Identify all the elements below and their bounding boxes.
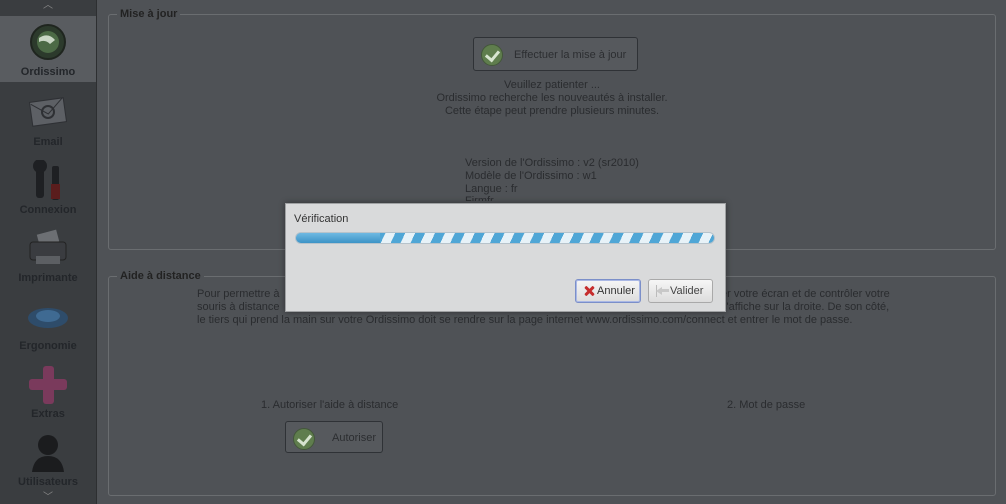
plus-icon: [29, 366, 67, 404]
authorize-button[interactable]: Autoriser: [285, 421, 383, 453]
update-section-title: Mise à jour: [117, 8, 181, 20]
sidebar-item-ergonomie[interactable]: Ergonomie: [0, 290, 96, 356]
check-icon: [293, 428, 315, 450]
step-password-label: 2. Mot de passe: [727, 399, 806, 411]
cancel-label: Annuler: [597, 285, 635, 297]
sidebar-item-label: Ordissimo: [20, 66, 76, 78]
run-update-label: Effectuer la mise à jour: [514, 49, 627, 61]
dialog-title: Vérification: [294, 213, 349, 225]
language-text: Langue : fr: [465, 183, 518, 195]
check-icon: [481, 44, 503, 66]
cancel-button[interactable]: Annuler: [575, 279, 641, 303]
scroll-down-icon[interactable]: ﹀: [0, 492, 96, 504]
user-icon: [32, 435, 64, 472]
authorize-label: Autoriser: [332, 432, 377, 444]
sidebar-item-email[interactable]: Email: [0, 86, 96, 152]
validate-label: Valider: [670, 285, 704, 297]
version-text: Version de l'Ordissimo : v2 (sr2010): [465, 157, 639, 169]
sidebar-item-label: Ergonomie: [19, 340, 77, 352]
sidebar-item-ordissimo[interactable]: Ordissimo: [0, 16, 96, 82]
ordissimo-logo-icon: [30, 24, 66, 60]
run-update-button[interactable]: Effectuer la mise à jour: [473, 37, 638, 71]
status-message-2: Ordissimo recherche les nouveautés à ins…: [436, 92, 668, 104]
remote-help-text-2a: souris à distance: [197, 301, 280, 313]
step-authorize-label: 1. Autoriser l'aide à distance: [261, 399, 399, 411]
sidebar-item-label: Email: [33, 136, 63, 148]
sidebar: ︿ Ordissimo Email Connexion Imprimante E…: [0, 0, 97, 504]
status-message-1: Veuillez patienter ...: [503, 79, 600, 91]
verification-dialog: Vérification Annuler Valider: [285, 203, 726, 312]
sidebar-item-label: Connexion: [19, 204, 77, 216]
tools-icon: [33, 160, 60, 200]
remote-help-text-3: le tiers qui prend la main sur votre Ord…: [197, 314, 853, 326]
sidebar-item-extras[interactable]: Extras: [0, 358, 96, 424]
remote-help-text-2b: s'affiche sur la droite. De son côté,: [721, 301, 890, 313]
sidebar-item-label: Imprimante: [18, 272, 78, 284]
status-message-3: Cette étape peut prendre plusieurs minut…: [444, 105, 660, 117]
sidebar-item-label: Utilisateurs: [18, 476, 78, 488]
model-text: Modèle de l'Ordissimo : w1: [465, 170, 597, 182]
app-window: ︿ Ordissimo Email Connexion Imprimante E…: [0, 0, 1006, 504]
progress-bar: [295, 232, 715, 244]
envelope-icon: [28, 97, 68, 127]
remote-help-text-1a: Pour permettre à: [197, 288, 280, 300]
arrow-left-icon: [656, 285, 669, 297]
validate-button[interactable]: Valider: [648, 279, 713, 303]
sidebar-item-label: Extras: [31, 408, 65, 420]
progress-fill: [296, 233, 380, 243]
sidebar-item-imprimante[interactable]: Imprimante: [0, 222, 96, 288]
close-icon: [583, 285, 595, 297]
scroll-up-icon[interactable]: ︿: [0, 0, 96, 12]
sidebar-item-connexion[interactable]: Connexion: [0, 154, 96, 220]
mouse-icon: [28, 308, 68, 328]
sidebar-item-utilisateurs[interactable]: Utilisateurs: [0, 426, 96, 492]
remote-help-text-1b: er votre écran et de contrôler votre: [721, 288, 890, 300]
firmware-text: Firmfr: [465, 195, 494, 201]
remote-help-title: Aide à distance: [117, 270, 204, 282]
printer-icon: [29, 229, 67, 264]
